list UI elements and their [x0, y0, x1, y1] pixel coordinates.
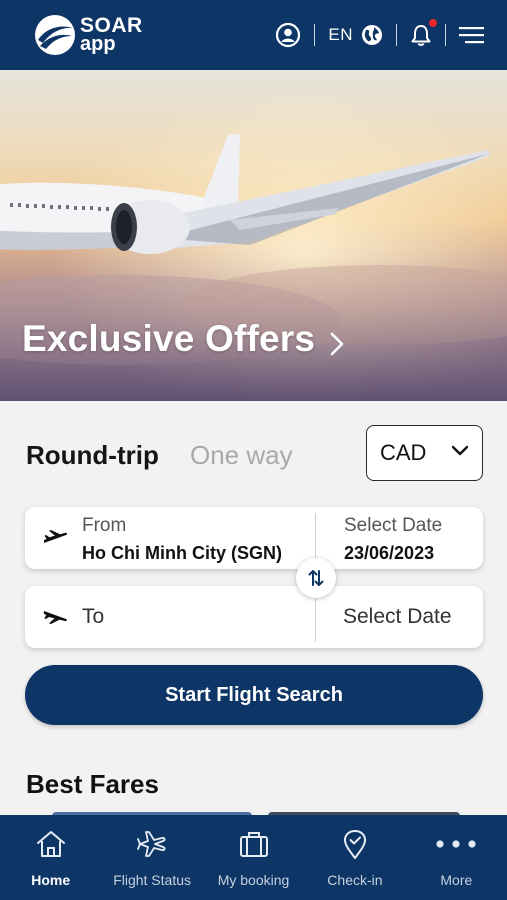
trip-type-round-trip[interactable]: Round-trip [26, 440, 159, 471]
language-selector[interactable]: EN [328, 24, 383, 46]
nav-label: More [440, 872, 473, 888]
header-separator [396, 24, 397, 46]
nav-item-my-booking[interactable]: My booking [203, 815, 304, 900]
nav-item-flight-status[interactable]: Flight Status [101, 815, 202, 900]
origin-value: Ho Chi Minh City (SGN) [82, 543, 282, 563]
return-date-field[interactable]: Select Date [343, 605, 452, 629]
nav-item-home[interactable]: Home [0, 815, 101, 900]
plane-takeoff-icon [44, 530, 68, 543]
nav-label: Check-in [327, 872, 383, 888]
soar-logo[interactable]: SOAR app [34, 14, 143, 56]
departure-date-label: Select Date [344, 515, 443, 536]
destination-field-card: To Select Date [25, 586, 483, 648]
nav-label: My booking [217, 872, 290, 888]
hero-title: Exclusive Offers [22, 318, 316, 359]
logo-line-2: app [80, 33, 116, 55]
origin-field-card: From Ho Chi Minh City (SGN) Select Date … [25, 507, 483, 569]
location-check-icon [343, 830, 366, 859]
briefcase-icon [239, 832, 268, 857]
exclusive-offers-banner[interactable]: Exclusive Offers [0, 70, 507, 401]
chevron-down-icon [451, 445, 469, 456]
nav-item-check-in[interactable]: Check-in [304, 815, 405, 900]
swap-arrows-icon [308, 570, 324, 586]
nav-label: Home [31, 872, 71, 888]
currency-select[interactable]: CAD [366, 425, 483, 481]
chevron-right-icon [330, 332, 344, 356]
language-code: EN [328, 25, 353, 44]
trip-type-row: Round-trip One way CAD [26, 425, 483, 481]
bottom-navigation: Home Flight Status My booking Check-in M… [0, 815, 507, 900]
header-actions: EN [275, 18, 485, 48]
globe-icon [362, 25, 382, 45]
notification-dot [428, 18, 438, 28]
profile-icon[interactable] [275, 22, 301, 48]
logo-mark-icon [35, 15, 75, 55]
plane-icon [137, 831, 166, 857]
home-icon [36, 831, 65, 857]
menu-icon[interactable] [459, 26, 485, 44]
header-separator [314, 24, 316, 46]
start-flight-search-button[interactable]: Start Flight Search [25, 665, 483, 725]
field-divider [315, 592, 316, 642]
app-header: SOAR app EN [0, 0, 507, 70]
currency-value: CAD [380, 440, 427, 465]
nav-item-more[interactable]: More [406, 815, 507, 900]
nav-label: Flight Status [113, 872, 192, 888]
field-divider [315, 513, 316, 563]
departure-date-value: 23/06/2023 [344, 543, 435, 563]
plane-landing-icon [43, 611, 67, 624]
notifications-bell[interactable] [410, 18, 438, 47]
best-fares-heading: Best Fares [26, 769, 159, 799]
header-separator [445, 24, 446, 46]
more-dots-icon [436, 840, 476, 848]
swap-route-button[interactable] [296, 558, 336, 598]
origin-label: From [82, 515, 127, 536]
trip-type-one-way[interactable]: One way [190, 440, 293, 471]
logo-text: SOAR app [80, 15, 143, 55]
destination-field[interactable]: To [82, 605, 104, 629]
